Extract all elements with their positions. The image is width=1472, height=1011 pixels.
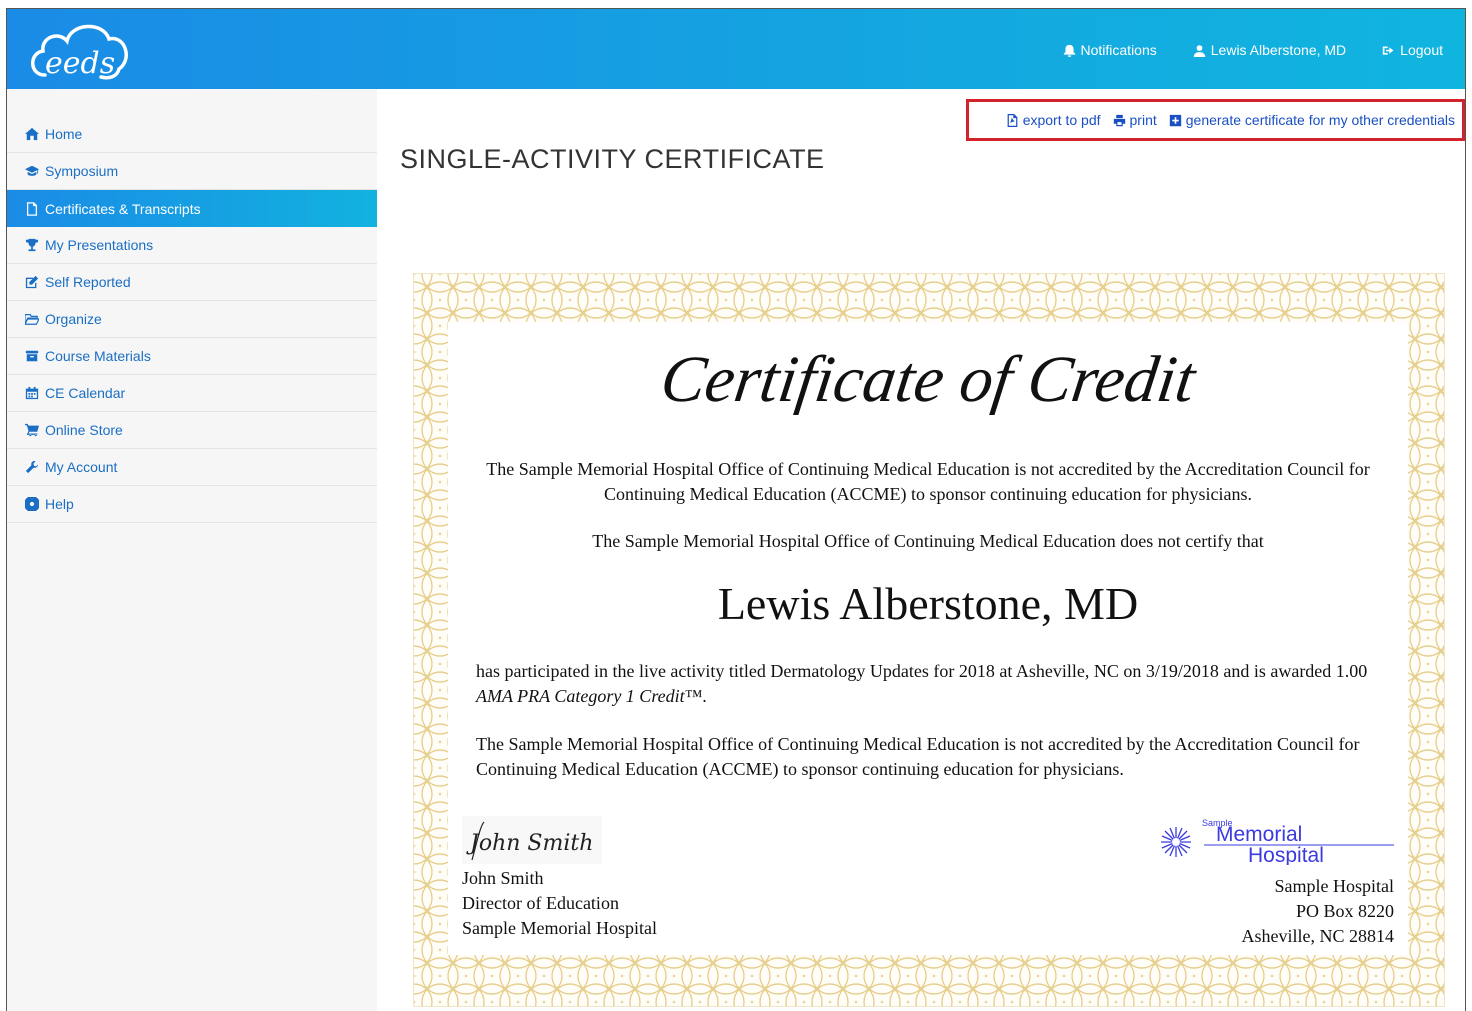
sidebar: Home Symposium Certificates & Transcript… — [7, 89, 377, 1011]
file-pdf-icon — [1007, 113, 1018, 127]
bell-icon — [1063, 44, 1075, 57]
participation-text: has participated in the live activity ti… — [476, 661, 1368, 681]
main-content: export to pdf print generate certificate… — [377, 89, 1465, 1011]
sidebar-item-self-reported[interactable]: Self Reported — [7, 264, 377, 301]
trophy-icon — [25, 238, 39, 252]
sidebar-item-label: Symposium — [45, 163, 119, 179]
logout-link[interactable]: Logout — [1382, 42, 1443, 58]
user-menu[interactable]: Lewis Alberstone, MD — [1193, 42, 1346, 58]
logo-text: eeds — [45, 46, 115, 81]
sidebar-item-label: Home — [45, 126, 83, 142]
hospital-name: Sample Hospital — [1274, 876, 1395, 896]
sidebar-item-label: Certificates & Transcripts — [45, 200, 201, 217]
user-name: Lewis Alberstone, MD — [1210, 42, 1347, 58]
credit-type: AMA PRA Category 1 Credit™ — [476, 686, 703, 706]
eeds-logo[interactable]: eeds — [25, 15, 135, 85]
wrench-icon — [25, 460, 39, 474]
sidebar-item-label: My Presentations — [45, 237, 154, 253]
participation-statement: has participated in the live activity ti… — [476, 659, 1368, 709]
certificate-actions: export to pdf print generate certificate… — [966, 99, 1465, 141]
sidebar-menu: Home Symposium Certificates & Transcript… — [7, 116, 377, 523]
sidebar-item-label: Organize — [45, 311, 102, 327]
sidebar-item-certificates[interactable]: Certificates & Transcripts — [7, 190, 377, 227]
signer-block: John Smith Director of Education Sample … — [462, 866, 657, 941]
accreditation-statement: The Sample Memorial Hospital Office of C… — [486, 459, 1370, 504]
recipient-name: Lewis Alberstone, MD — [717, 578, 1139, 629]
folder-open-icon — [25, 314, 39, 325]
sidebar-item-label: My Account — [45, 459, 118, 475]
print-icon — [1113, 114, 1125, 126]
calendar-icon — [25, 386, 39, 400]
signer-organization: Sample Memorial Hospital — [462, 918, 657, 938]
print-label: print — [1129, 112, 1157, 128]
plus-square-icon — [1169, 114, 1181, 126]
sidebar-item-course-materials[interactable]: Course Materials — [7, 338, 377, 375]
signature-image: John Smith — [462, 816, 602, 864]
sidebar-item-home[interactable]: Home — [7, 116, 377, 153]
life-ring-icon — [25, 497, 39, 511]
certificate-frame: Certificate of Credit The Sample Memoria… — [413, 273, 1445, 1007]
sidebar-item-label: Help — [45, 496, 74, 512]
export-pdf-link[interactable]: export to pdf — [1006, 112, 1101, 128]
cart-icon — [25, 423, 39, 437]
logout-label: Logout — [1400, 42, 1443, 58]
certificate-body: Certificate of Credit The Sample Memoria… — [448, 322, 1408, 955]
sidebar-item-help[interactable]: Help — [7, 486, 377, 523]
hospital-address-block: Sample Hospital PO Box 8220 Asheville, N… — [1242, 874, 1395, 949]
home-icon — [25, 127, 39, 141]
sidebar-item-label: CE Calendar — [45, 385, 126, 401]
signer-title: Director of Education — [462, 893, 619, 913]
participation-end: . — [702, 686, 707, 706]
sidebar-item-presentations[interactable]: My Presentations — [7, 227, 377, 264]
page-title: SINGLE-ACTIVITY CERTIFICATE — [400, 144, 825, 174]
file-icon — [26, 201, 38, 216]
signer-name: John Smith — [462, 868, 544, 888]
accreditation-statement-repeat: The Sample Memorial Hospital Office of C… — [476, 734, 1360, 779]
signature-script: John Smith — [466, 831, 593, 856]
generate-certificate-link[interactable]: generate certificate for my other creden… — [1169, 112, 1455, 128]
graduation-cap-icon — [25, 165, 39, 176]
logo-line2: Hospital — [1248, 844, 1324, 865]
top-nav: Notifications Lewis Alberstone, MD Logou… — [1063, 42, 1443, 58]
sidebar-item-online-store[interactable]: Online Store — [7, 412, 377, 449]
sign-out-icon — [1382, 45, 1394, 55]
print-link[interactable]: print — [1113, 112, 1157, 128]
sidebar-item-label: Course Materials — [45, 348, 151, 364]
sidebar-item-label: Self Reported — [45, 274, 131, 290]
archive-icon — [25, 350, 39, 362]
browser-frame: eeds Notifications Lewis Alberstone, MD … — [6, 8, 1466, 1011]
top-header: eeds Notifications Lewis Alberstone, MD … — [7, 9, 1465, 89]
sidebar-item-label: Online Store — [45, 422, 123, 438]
sidebar-item-ce-calendar[interactable]: CE Calendar — [7, 375, 377, 412]
logo-line1: Memorial — [1216, 823, 1302, 846]
certificate-title: Certificate of Credit — [656, 343, 1200, 416]
user-icon — [1193, 44, 1205, 57]
sidebar-item-symposium[interactable]: Symposium — [7, 153, 377, 190]
notifications-link[interactable]: Notifications — [1063, 42, 1157, 58]
notifications-label: Notifications — [1080, 42, 1157, 58]
sidebar-item-my-account[interactable]: My Account — [7, 449, 377, 486]
hospital-address-line2: Asheville, NC 28814 — [1241, 926, 1395, 946]
edit-icon — [25, 275, 39, 289]
hospital-logo: Sample Memorial Hospital — [1154, 817, 1394, 867]
hospital-address-line1: PO Box 8220 — [1295, 901, 1394, 921]
export-pdf-label: export to pdf — [1022, 112, 1101, 128]
generate-certificate-label: generate certificate for my other creden… — [1185, 112, 1455, 128]
certification-statement: The Sample Memorial Hospital Office of C… — [592, 531, 1264, 551]
sidebar-item-organize[interactable]: Organize — [7, 301, 377, 338]
